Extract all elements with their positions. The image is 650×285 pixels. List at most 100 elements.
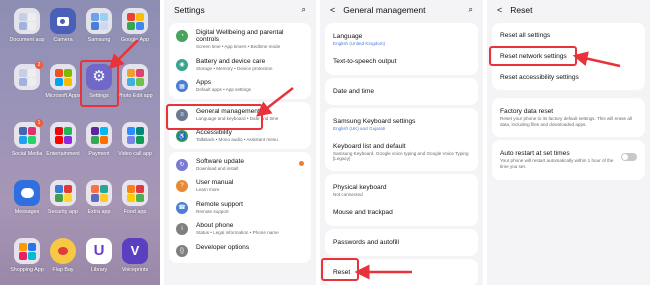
datetime-card: Date and time	[325, 78, 478, 105]
settings-group-1: ◔ Digital Wellbeing and parental controls…	[169, 23, 311, 99]
settings-app-highlight	[80, 60, 119, 107]
factory-reset-title: Factory data reset	[500, 108, 554, 115]
auto-restart-toggle[interactable]	[621, 153, 637, 162]
search-icon[interactable]: ⌕	[469, 5, 473, 15]
app-17[interactable]: Shopping App	[7, 238, 47, 273]
settings-item-title: Digital Wellbeing and parental controls	[196, 29, 284, 43]
app-label: Shopping App	[10, 267, 44, 273]
auto-restart-item[interactable]: Auto restart at set times Your phone wil…	[500, 144, 637, 175]
settings-item-subtitle: Screen time • App timers • Bedtime mode	[196, 44, 281, 49]
reset-network-highlight	[489, 46, 577, 66]
app-8[interactable]: Photo Edit app	[115, 64, 155, 99]
app-3[interactable]: Samsung	[79, 8, 119, 43]
extra-folder-icon	[86, 180, 112, 206]
factory-reset-item[interactable]: Factory data reset Reset your phone to i…	[500, 102, 637, 133]
settings-item-subtitle: Remote support	[196, 208, 229, 214]
app-label: Food app	[123, 209, 147, 215]
reset-screen: < Reset Reset all settings Reset network…	[487, 0, 650, 285]
settings-item-manual[interactable]: ? User manual Learn more	[176, 175, 304, 197]
manual-icon: ?	[176, 180, 188, 192]
physical-keyboard-value: Not connected	[333, 192, 363, 197]
app-9[interactable]: 1 Social Media	[7, 119, 47, 157]
general-header: < General management ⌕	[320, 0, 483, 20]
app-5[interactable]: 2	[7, 61, 47, 93]
app-4[interactable]: Google App	[115, 8, 155, 43]
reset-all-settings-item[interactable]: Reset all settings	[500, 25, 637, 46]
settings-item-title: Software update	[196, 157, 245, 165]
tts-item[interactable]: Text-to-speech output	[333, 52, 470, 71]
auto-restart-desc: Your phone will restart automatically wi…	[500, 158, 614, 170]
back-icon[interactable]: <	[330, 5, 335, 15]
app-label: Entertainment	[46, 151, 80, 157]
settings-item-title: Accessibility	[196, 129, 232, 136]
app-label: Camera	[53, 37, 73, 43]
general-management-screen: < General management ⌕ Language English …	[320, 0, 483, 285]
app-label: Flap Bay	[52, 267, 74, 273]
language-value: English (United Kingdom)	[333, 41, 386, 46]
settings-item-subtitle: Default apps • App settings	[196, 87, 251, 92]
app-14[interactable]: Security app	[43, 180, 83, 215]
settings-item-apps-grid[interactable]: ▦ Apps Default apps • App settings	[176, 75, 304, 97]
software-update-icon: ↻	[176, 158, 188, 171]
app-19[interactable]: U Library	[79, 238, 119, 273]
video-folder-icon	[122, 122, 148, 148]
settings-item-subtitle: Learn more	[196, 187, 220, 192]
app-label: Social Media	[11, 151, 43, 157]
apps-grid-icon: ▦	[176, 80, 188, 92]
settings-item-remote-support[interactable]: ☎ Remote support Remote support	[176, 197, 304, 219]
samsung-keyboard-item[interactable]: Samsung Keyboard settings English (UK) a…	[333, 112, 470, 137]
reset-accessibility-settings-title: Reset accessibility settings	[500, 74, 579, 81]
settings-item-battery-care[interactable]: ◉ Battery and device care Storage • Memory…	[176, 54, 304, 76]
settings-item-wellbeing[interactable]: ◔ Digital Wellbeing and parental controls…	[176, 25, 304, 54]
folder-icon: 2	[14, 61, 43, 90]
app-label: Extra app	[87, 209, 111, 215]
app-11[interactable]: Payment	[79, 122, 119, 157]
social-folder-icon: 1	[14, 119, 43, 148]
settings-screen: Settings ⌕ ◔ Digital Wellbeing and parent…	[164, 0, 316, 285]
app-15[interactable]: Extra app	[79, 180, 119, 215]
app-6[interactable]: Microsoft Apps	[43, 64, 83, 99]
datetime-item[interactable]: Date and time	[333, 82, 470, 101]
page-title: Reset	[510, 5, 533, 15]
language-item[interactable]: Language English (United Kingdom)	[333, 27, 470, 52]
search-icon[interactable]: ⌕	[302, 5, 306, 15]
voiceprints-icon: V	[122, 238, 148, 264]
app-label: Library	[90, 267, 108, 273]
app-12[interactable]: Video call app	[115, 122, 155, 157]
flappy-bird-icon	[50, 238, 76, 264]
settings-item-title: Remote support	[196, 200, 243, 208]
wellbeing-icon: ◔	[176, 30, 188, 42]
info-icon: i	[176, 223, 188, 235]
keyboard-list-item[interactable]: Keyboard list and default Samsung Keyboa…	[333, 137, 470, 167]
settings-item-developer[interactable]: {} Developer options	[176, 240, 304, 261]
settings-item-title: Apps	[196, 79, 212, 86]
shopping-folder-icon	[14, 238, 40, 264]
google-folder-icon	[122, 8, 148, 34]
app-13[interactable]: Messages	[7, 180, 47, 215]
app-10[interactable]: Entertainment	[43, 122, 83, 157]
app-18[interactable]: Flap Bay	[43, 238, 83, 273]
settings-item-title: User manual	[196, 179, 234, 186]
app-2[interactable]: Camera	[43, 8, 83, 43]
back-icon[interactable]: <	[497, 5, 502, 15]
physical-keyboard-item[interactable]: Physical keyboard Not connected	[333, 178, 470, 203]
datetime-title: Date and time	[333, 88, 375, 95]
settings-item-software-update[interactable]: ↻ Software update Download and install	[176, 154, 304, 176]
update-dot	[299, 160, 304, 166]
language-title: Language	[333, 33, 363, 40]
app-1[interactable]: Document aup	[7, 8, 47, 43]
general-management-highlight	[166, 104, 263, 130]
auto-restart-title: Auto restart at set times	[500, 150, 570, 158]
settings-item-info[interactable]: i About phone Status • Legal information •…	[176, 218, 304, 240]
passwords-item[interactable]: Passwords and autofill	[333, 233, 470, 252]
reset-accessibility-settings-item[interactable]: Reset accessibility settings	[500, 67, 637, 88]
developer-icon: {}	[176, 244, 188, 257]
app-20[interactable]: V Voiceprints	[115, 238, 155, 273]
food-folder-icon	[122, 180, 148, 206]
settings-item-title: About phone	[196, 222, 234, 229]
app-16[interactable]: Food app	[115, 180, 155, 215]
app-label: Samsung	[87, 37, 111, 43]
samsung-keyboard-value: English (UK) and Gujarati	[333, 126, 386, 131]
folder-icon	[14, 8, 40, 34]
mouse-item[interactable]: Mouse and trackpad	[333, 203, 470, 222]
